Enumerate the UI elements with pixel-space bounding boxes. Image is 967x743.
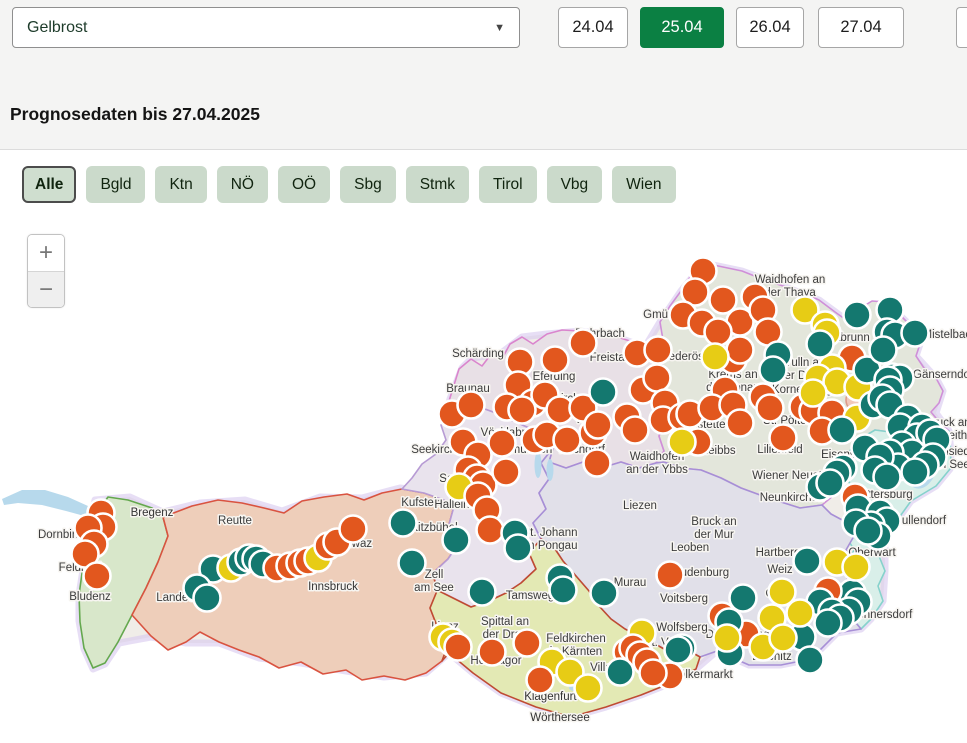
region-button-vbg[interactable]: Vbg (547, 166, 603, 203)
map-marker-o[interactable] (770, 425, 797, 452)
map-city-label: Gänserndorf (913, 369, 967, 381)
map-marker-t[interactable] (730, 585, 757, 612)
map-marker-t[interactable] (399, 550, 426, 577)
map-marker-t[interactable] (607, 659, 634, 686)
region-button-tirol[interactable]: Tirol (479, 166, 537, 203)
map-marker-y[interactable] (714, 625, 741, 652)
austria-map[interactable]: BregenzDornbirnFeldkirchBludenzLandeckRe… (0, 205, 967, 742)
map-city-label: Bregenz (131, 507, 174, 519)
map-marker-o[interactable] (542, 347, 569, 374)
map-city-label: Murau (614, 577, 647, 589)
region-button-nö[interactable]: NÖ (217, 166, 268, 203)
map-city-label: Innsbruck (308, 581, 358, 593)
map-marker-o[interactable] (584, 450, 611, 477)
map-marker-o[interactable] (445, 634, 472, 661)
date-button-25.04[interactable]: 25.04 (640, 7, 724, 48)
map-marker-t[interactable] (902, 320, 929, 347)
map-marker-o[interactable] (84, 563, 111, 590)
map-city-label: Schärding (452, 348, 504, 360)
disease-select-value: Gelbrost (27, 19, 87, 37)
zoom-out-button[interactable]: − (28, 271, 64, 307)
map-marker-t[interactable] (844, 302, 871, 329)
region-button-stmk[interactable]: Stmk (406, 166, 469, 203)
map-marker-t[interactable] (815, 610, 842, 637)
lake-bodensee (2, 490, 100, 517)
map-city-label: Liezen (623, 500, 657, 512)
date-button-24.04[interactable]: 24.04 (558, 7, 628, 48)
map-marker-o[interactable] (622, 417, 649, 444)
map-marker-t[interactable] (874, 464, 901, 491)
map-marker-t[interactable] (665, 637, 692, 664)
date-button-27.04[interactable]: 27.04 (818, 7, 904, 48)
map-marker-t[interactable] (817, 470, 844, 497)
map-marker-o[interactable] (644, 365, 671, 392)
map-marker-o[interactable] (554, 427, 581, 454)
map-marker-y[interactable] (787, 600, 814, 627)
map-marker-t[interactable] (855, 518, 882, 545)
map-marker-o[interactable] (489, 430, 516, 457)
map-zoom-control: + − (27, 234, 65, 308)
map-marker-y[interactable] (770, 625, 797, 652)
region-button-bgld[interactable]: Bgld (86, 166, 145, 203)
map-marker-t[interactable] (902, 459, 929, 486)
map-marker-o[interactable] (657, 562, 684, 589)
map-marker-t[interactable] (797, 647, 824, 674)
map-marker-t[interactable] (829, 417, 856, 444)
map-marker-t[interactable] (794, 548, 821, 575)
map-city-label: Leoben (671, 542, 709, 554)
map-marker-t[interactable] (390, 510, 417, 537)
map-marker-t[interactable] (807, 331, 834, 358)
map-marker-o[interactable] (727, 410, 754, 437)
map-marker-t[interactable] (505, 535, 532, 562)
map-marker-y[interactable] (669, 429, 696, 456)
map-marker-y[interactable] (575, 675, 602, 702)
map-marker-o[interactable] (585, 412, 612, 439)
map-marker-y[interactable] (702, 344, 729, 371)
map-city-label: Weiz (767, 564, 793, 576)
map-city-label: Reutte (218, 515, 252, 527)
map-marker-o[interactable] (705, 319, 732, 346)
map-city-label: Bludenz (69, 591, 111, 603)
map-marker-o[interactable] (509, 397, 536, 424)
map-marker-t[interactable] (443, 527, 470, 554)
region-button-oö[interactable]: OÖ (278, 166, 330, 203)
map-city-label: Bruck ander Mur (691, 516, 736, 541)
lake-traunsee (547, 459, 554, 481)
map-marker-o[interactable] (479, 639, 506, 666)
region-button-wien[interactable]: Wien (612, 166, 675, 203)
map-city-label: Tamsweg (506, 590, 555, 602)
map-marker-o[interactable] (493, 459, 520, 486)
region-button-alle[interactable]: Alle (22, 166, 76, 203)
chevron-down-icon: ▼ (494, 22, 505, 34)
map-marker-t[interactable] (469, 579, 496, 606)
map-marker-o[interactable] (727, 337, 754, 364)
map-marker-t[interactable] (760, 357, 787, 384)
disease-select[interactable]: Gelbrost ▼ (12, 7, 520, 48)
map-city-label: Wolfsberg (656, 622, 708, 634)
date-button-partial[interactable] (956, 7, 967, 48)
date-button-26.04[interactable]: 26.04 (736, 7, 804, 48)
map-marker-o[interactable] (645, 337, 672, 364)
map-marker-o[interactable] (458, 392, 485, 419)
map-marker-t[interactable] (194, 585, 221, 612)
region-button-sbg[interactable]: Sbg (340, 166, 396, 203)
map-marker-o[interactable] (640, 660, 667, 687)
map-marker-t[interactable] (590, 379, 617, 406)
map-marker-t[interactable] (550, 577, 577, 604)
region-filter-row: Alle Bgld Ktn NÖ OÖ Sbg Stmk Tirol VbgWien (22, 166, 676, 203)
map-marker-t[interactable] (870, 337, 897, 364)
map-marker-t[interactable] (591, 580, 618, 607)
map-marker-y[interactable] (843, 554, 870, 581)
region-button-ktn[interactable]: Ktn (155, 166, 206, 203)
map-marker-o[interactable] (340, 516, 367, 543)
map-marker-o[interactable] (757, 395, 784, 422)
map-marker-o[interactable] (570, 330, 597, 357)
map-marker-o[interactable] (477, 517, 504, 544)
map-marker-o[interactable] (514, 630, 541, 657)
page-title: Prognosedaten bis 27.04.2025 (10, 104, 260, 125)
map-marker-o[interactable] (527, 667, 554, 694)
zoom-in-button[interactable]: + (28, 235, 64, 271)
map-city-label: Voitsberg (660, 593, 708, 605)
map-marker-y[interactable] (800, 380, 827, 407)
